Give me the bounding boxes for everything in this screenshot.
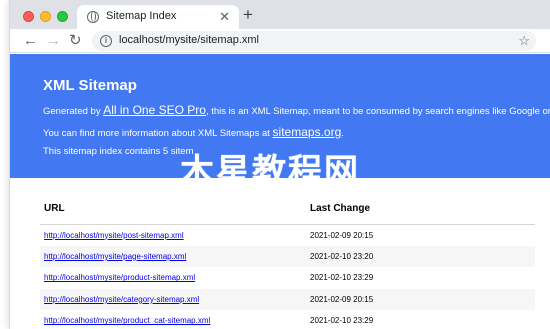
tab-strip: Sitemap Index ✕ + xyxy=(10,0,550,29)
sitemap-link[interactable]: http://localhost/mysite/page-sitemap.xml xyxy=(44,252,186,261)
tab-title: Sitemap Index xyxy=(106,10,177,22)
generated-by-text: Generated by All in One SEO Pro, this is… xyxy=(43,103,550,117)
tab-sitemap-index[interactable]: Sitemap Index ✕ xyxy=(77,5,239,29)
sitemap-link[interactable]: http://localhost/mysite/product_cat-site… xyxy=(44,316,210,325)
table-header-row: URL Last Change xyxy=(40,194,535,225)
reload-icon[interactable]: ↻ xyxy=(69,31,82,51)
maximize-window-button[interactable] xyxy=(57,11,68,22)
last-change-column-header[interactable]: Last Change xyxy=(306,194,535,225)
last-change-cell: 2021-02-10 23:20 xyxy=(306,245,535,267)
generated-by-suffix: , this is an XML Sitemap, meant to be co… xyxy=(205,106,550,117)
url-column-header[interactable]: URL xyxy=(40,194,306,225)
url-cell: http://localhost/mysite/page-sitemap.xml xyxy=(40,245,306,267)
table-row: http://localhost/mysite/page-sitemap.xml… xyxy=(40,245,535,267)
url-text[interactable]: localhost/mysite/sitemap.xml xyxy=(119,34,259,46)
last-change-cell: 2021-02-09 20:15 xyxy=(310,230,374,240)
bookmark-star-icon[interactable]: ☆ xyxy=(518,32,530,50)
close-window-button[interactable] xyxy=(23,11,34,22)
browser-window: Sitemap Index ✕ + ← → ↻ i localhost/mysi… xyxy=(9,0,550,329)
page-content: XML Sitemap Generated by All in One SEO … xyxy=(10,54,550,329)
sitemap-link[interactable]: http://localhost/mysite/post-sitemap.xml xyxy=(44,231,184,240)
sitemap-link[interactable]: http://localhost/mysite/category-sitemap… xyxy=(44,295,199,304)
minimize-window-button[interactable] xyxy=(40,11,51,22)
last-change-cell: 2021-02-10 23:29 xyxy=(310,273,374,283)
forward-arrow-icon[interactable]: → xyxy=(46,31,61,51)
url-cell: http://localhost/mysite/category-sitemap… xyxy=(40,288,306,310)
browser-toolbar: ← → ↻ i localhost/mysite/sitemap.xml ☆ xyxy=(10,29,550,53)
url-cell: http://localhost/mysite/product_cat-site… xyxy=(40,310,306,329)
address-bar[interactable]: i localhost/mysite/sitemap.xml ☆ xyxy=(92,31,536,51)
last-change-cell: 2021-02-10 23:29 xyxy=(310,316,374,326)
sitemap-link[interactable]: http://localhost/mysite/product-sitemap.… xyxy=(44,273,195,282)
new-tab-button[interactable]: + xyxy=(243,6,253,23)
sitemap-count-text: This sitemap index contains 5 sitem xyxy=(43,146,194,157)
table-row: http://localhost/mysite/category-sitemap… xyxy=(40,288,535,310)
table-row: http://localhost/mysite/product_cat-site… xyxy=(40,310,535,329)
back-arrow-icon[interactable]: ← xyxy=(23,31,38,51)
last-change-cell: 2021-02-09 20:15 xyxy=(306,288,535,310)
sitemap-table: URL Last Change http://localhost/mysite/… xyxy=(40,194,535,329)
table-row: http://localhost/mysite/product-sitemap.… xyxy=(40,267,535,289)
more-info-text: You can find more information about XML … xyxy=(43,125,344,139)
page-title: XML Sitemap xyxy=(43,77,137,94)
url-cell: http://localhost/mysite/post-sitemap.xml xyxy=(40,224,306,246)
sitemaps-org-link[interactable]: sitemaps.org xyxy=(273,125,342,139)
generated-by-prefix: Generated by xyxy=(43,106,104,117)
site-watermark: 木星教程网 xyxy=(180,152,360,192)
info-icon[interactable]: i xyxy=(100,35,112,47)
table-row: http://localhost/mysite/post-sitemap.xml… xyxy=(40,224,535,246)
url-cell: http://localhost/mysite/product-sitemap.… xyxy=(40,267,306,289)
more-info-suffix: . xyxy=(341,128,344,139)
more-info-prefix: You can find more information about XML … xyxy=(43,128,273,139)
close-tab-icon[interactable]: ✕ xyxy=(219,10,230,23)
aioseo-link[interactable]: All in One SEO Pro xyxy=(103,103,206,117)
globe-icon xyxy=(87,11,99,23)
